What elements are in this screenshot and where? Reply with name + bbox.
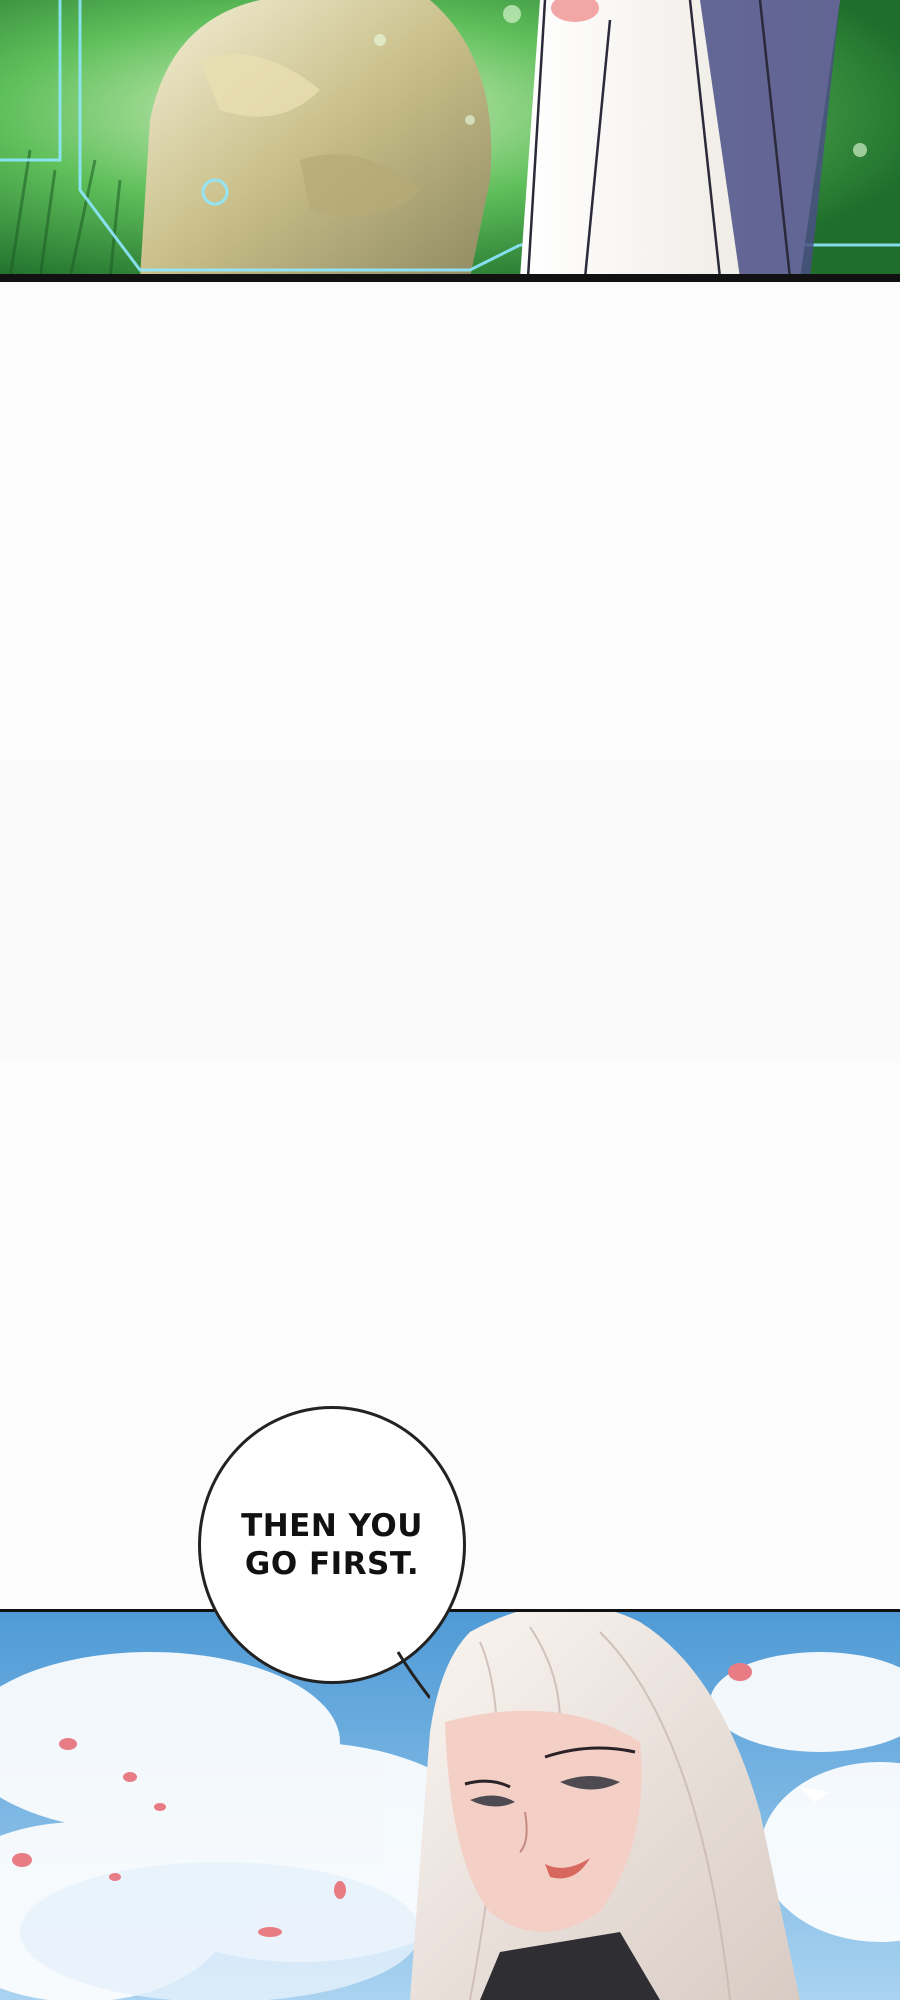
sky-character-art xyxy=(0,1612,900,2000)
speech-bubble: THEN YOU GO FIRST. xyxy=(198,1406,466,1684)
top-panel-illustration xyxy=(0,0,900,278)
speech-bubble-tail xyxy=(396,1651,430,1699)
speech-bubble-text: THEN YOU GO FIRST. xyxy=(241,1508,423,1582)
bottom-panel-illustration xyxy=(0,1612,900,2000)
forest-scene-art xyxy=(0,0,900,278)
panel-border xyxy=(0,274,900,282)
gutter-shade xyxy=(0,760,900,1060)
